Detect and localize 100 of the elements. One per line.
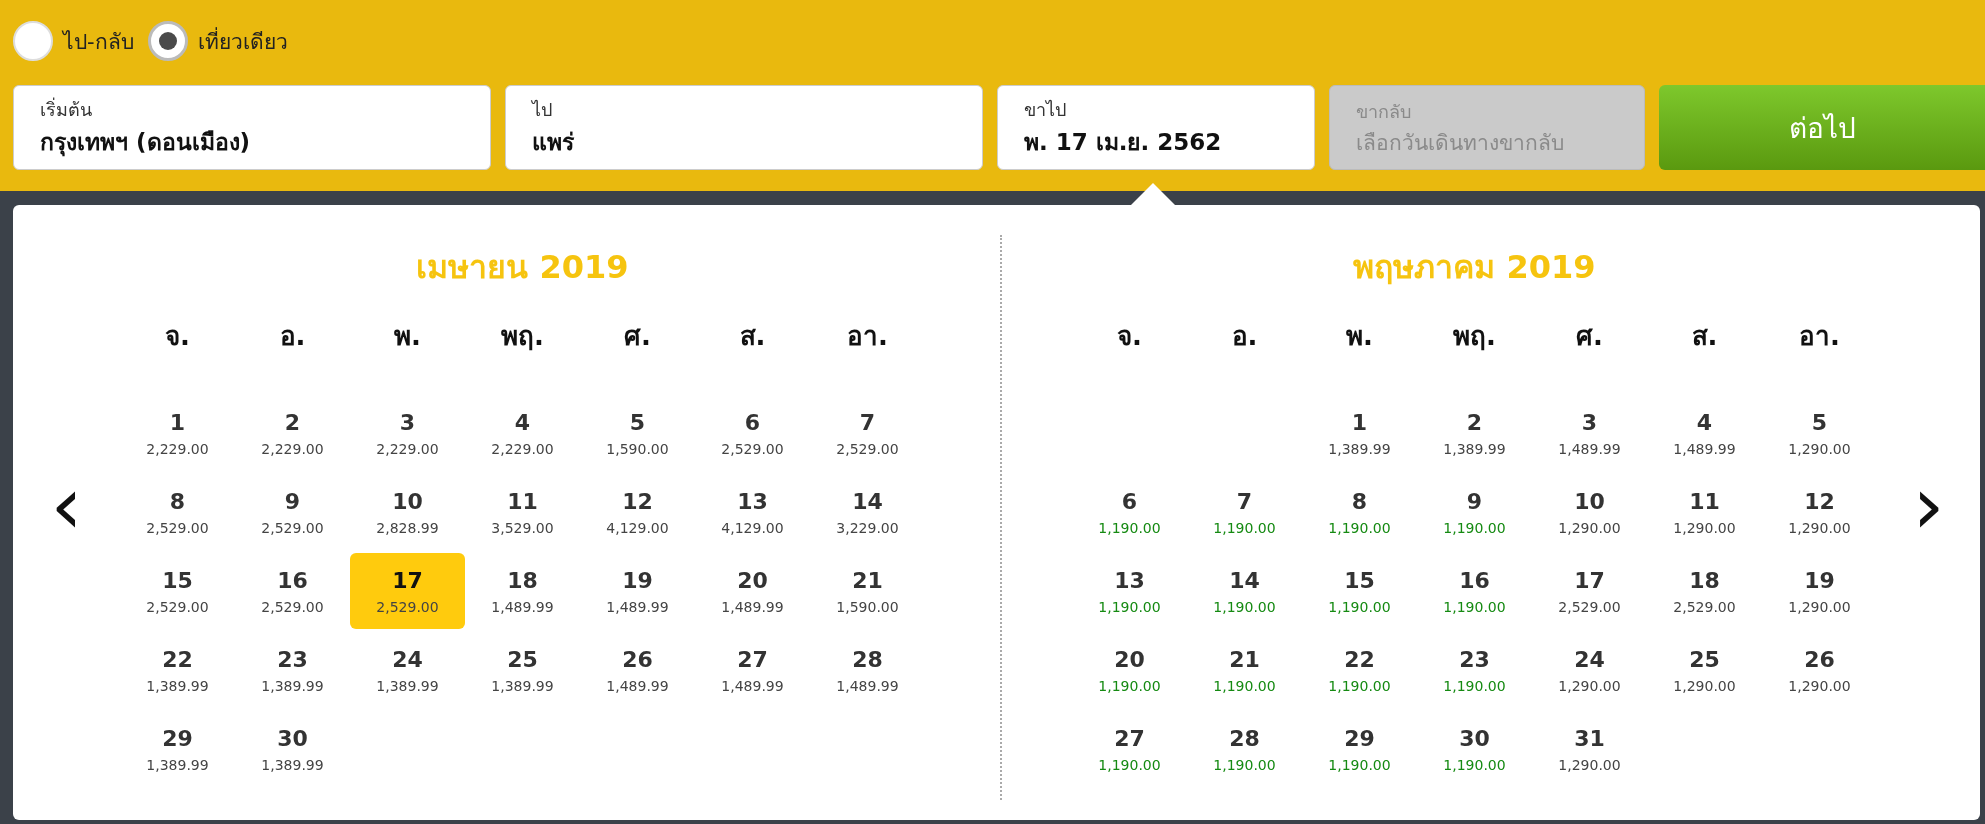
calendar-day[interactable]: 10 2,828.99 <box>350 474 465 550</box>
calendar-day[interactable]: 27 1,190.00 <box>1072 711 1187 787</box>
day-price: 1,190.00 <box>1098 756 1161 773</box>
day-price: 1,190.00 <box>1443 519 1506 536</box>
day-number: 19 <box>1804 567 1835 593</box>
calendar-day[interactable]: 8 1,190.00 <box>1302 474 1417 550</box>
calendar-day[interactable]: 2 2,229.00 <box>235 395 350 471</box>
calendar-day[interactable]: 13 4,129.00 <box>695 474 810 550</box>
calendar-day[interactable]: 12 4,129.00 <box>580 474 695 550</box>
calendar-day[interactable]: 29 1,190.00 <box>1302 711 1417 787</box>
calendar-day[interactable]: 7 1,190.00 <box>1187 474 1302 550</box>
calendar-day[interactable]: 16 2,529.00 <box>235 553 350 629</box>
day-number: 10 <box>392 488 423 514</box>
calendar-day[interactable]: 27 1,489.99 <box>695 632 810 708</box>
radio-circle-icon[interactable] <box>147 21 188 61</box>
calendar-day[interactable]: 1 2,229.00 <box>120 395 235 471</box>
calendar-day[interactable]: 14 1,190.00 <box>1187 553 1302 629</box>
calendar-day[interactable]: 17 2,529.00 <box>350 553 465 629</box>
day-number: 6 <box>1121 488 1138 514</box>
calendar-day[interactable]: 6 1,190.00 <box>1072 474 1187 550</box>
day-number: 3 <box>399 409 416 435</box>
calendar-day[interactable]: 13 1,190.00 <box>1072 553 1187 629</box>
day-number: 11 <box>507 488 538 514</box>
calendar-day[interactable]: 18 1,489.99 <box>465 553 580 629</box>
field-label: ขากลับ <box>1356 99 1412 124</box>
calendar-day[interactable]: 18 2,529.00 <box>1647 553 1762 629</box>
day-price: 2,529.00 <box>376 598 439 615</box>
calendar-day[interactable]: 4 2,229.00 <box>465 395 580 471</box>
day-number: 23 <box>277 646 308 672</box>
calendar-day[interactable]: 4 1,489.99 <box>1647 395 1762 471</box>
calendar-day[interactable]: 30 1,190.00 <box>1417 711 1532 787</box>
day-price: 1,290.00 <box>1788 440 1851 457</box>
calendar-day[interactable]: 22 1,190.00 <box>1302 632 1417 708</box>
day-number: 30 <box>1459 725 1490 751</box>
calendar-day[interactable]: 19 1,290.00 <box>1762 553 1877 629</box>
calendar-day[interactable]: 5 1,590.00 <box>580 395 695 471</box>
calendar-day[interactable]: 15 2,529.00 <box>120 553 235 629</box>
day-price: 1,590.00 <box>836 598 899 615</box>
calendar-day[interactable]: 25 1,290.00 <box>1647 632 1762 708</box>
calendar-day[interactable]: 9 1,190.00 <box>1417 474 1532 550</box>
day-number: 13 <box>737 488 768 514</box>
calendar-day[interactable]: 12 1,290.00 <box>1762 474 1877 550</box>
calendar-day[interactable]: 5 1,290.00 <box>1762 395 1877 471</box>
calendar-day[interactable]: 30 1,389.99 <box>235 711 350 787</box>
calendar-day[interactable]: 14 3,229.00 <box>810 474 925 550</box>
calendar-day[interactable]: 17 2,529.00 <box>1532 553 1647 629</box>
calendar-day[interactable]: 6 2,529.00 <box>695 395 810 471</box>
next-month-button[interactable]: › <box>1908 465 1949 560</box>
calendar-day[interactable]: 16 1,190.00 <box>1417 553 1532 629</box>
radio-circle-icon[interactable] <box>13 21 53 61</box>
input-field[interactable]: เริ่มต้น กรุงเทพฯ (ดอนเมือง) <box>13 85 491 170</box>
calendar-day[interactable]: 23 1,389.99 <box>235 632 350 708</box>
calendar-day[interactable]: 3 2,229.00 <box>350 395 465 471</box>
calendar-day[interactable]: 21 1,190.00 <box>1187 632 1302 708</box>
calendar-day[interactable]: 3 1,489.99 <box>1532 395 1647 471</box>
calendar-day[interactable]: 28 1,489.99 <box>810 632 925 708</box>
calendar-day[interactable]: 2 1,389.99 <box>1417 395 1532 471</box>
previous-month-button[interactable]: ‹ <box>46 465 87 560</box>
day-price: 2,828.99 <box>376 519 439 536</box>
trip-type-radio[interactable]: เที่ยวเดียว <box>147 21 288 61</box>
calendar-day[interactable]: 7 2,529.00 <box>810 395 925 471</box>
calendar-day[interactable]: 31 1,290.00 <box>1532 711 1647 787</box>
calendar-day[interactable]: 24 1,290.00 <box>1532 632 1647 708</box>
day-price: 2,529.00 <box>261 598 324 615</box>
calendar-day[interactable]: 28 1,190.00 <box>1187 711 1302 787</box>
calendar-day[interactable]: 8 2,529.00 <box>120 474 235 550</box>
day-number: 30 <box>277 725 308 751</box>
day-number: 4 <box>514 409 531 435</box>
calendar-day[interactable]: 11 1,290.00 <box>1647 474 1762 550</box>
day-price: 1,389.99 <box>1328 440 1391 457</box>
day-price: 1,489.99 <box>606 598 669 615</box>
calendar-day[interactable]: 24 1,389.99 <box>350 632 465 708</box>
calendar-day[interactable]: 21 1,590.00 <box>810 553 925 629</box>
day-price: 1,489.99 <box>1558 440 1621 457</box>
field-value: แพร่ <box>532 128 575 157</box>
day-price: 4,129.00 <box>721 519 784 536</box>
trip-type-radio[interactable]: ไป-กลับ <box>13 21 134 61</box>
calendar-day[interactable]: 19 1,489.99 <box>580 553 695 629</box>
day-number: 21 <box>1229 646 1260 672</box>
calendar-day[interactable]: 20 1,190.00 <box>1072 632 1187 708</box>
day-price: 2,529.00 <box>836 440 899 457</box>
day-price: 1,590.00 <box>606 440 669 457</box>
calendar-day[interactable]: 20 1,489.99 <box>695 553 810 629</box>
calendar-day[interactable]: 26 1,290.00 <box>1762 632 1877 708</box>
calendar-day[interactable]: 22 1,389.99 <box>120 632 235 708</box>
calendar-day[interactable]: 29 1,389.99 <box>120 711 235 787</box>
calendar-day[interactable]: 1 1,389.99 <box>1302 395 1417 471</box>
input-field[interactable]: ไป แพร่ <box>505 85 983 170</box>
calendar-day[interactable]: 11 3,529.00 <box>465 474 580 550</box>
day-price: 1,389.99 <box>1443 440 1506 457</box>
calendar-day[interactable]: 25 1,389.99 <box>465 632 580 708</box>
calendar-day[interactable]: 26 1,489.99 <box>580 632 695 708</box>
weekday-label: จ. <box>164 320 191 353</box>
calendar-day[interactable]: 10 1,290.00 <box>1532 474 1647 550</box>
day-price: 1,190.00 <box>1328 756 1391 773</box>
input-field[interactable]: ขาไป พ. 17 เม.ย. 2562 <box>997 85 1315 170</box>
calendar-day[interactable]: 9 2,529.00 <box>235 474 350 550</box>
calendar-day[interactable]: 23 1,190.00 <box>1417 632 1532 708</box>
calendar-day[interactable]: 15 1,190.00 <box>1302 553 1417 629</box>
day-number: 6 <box>744 409 761 435</box>
